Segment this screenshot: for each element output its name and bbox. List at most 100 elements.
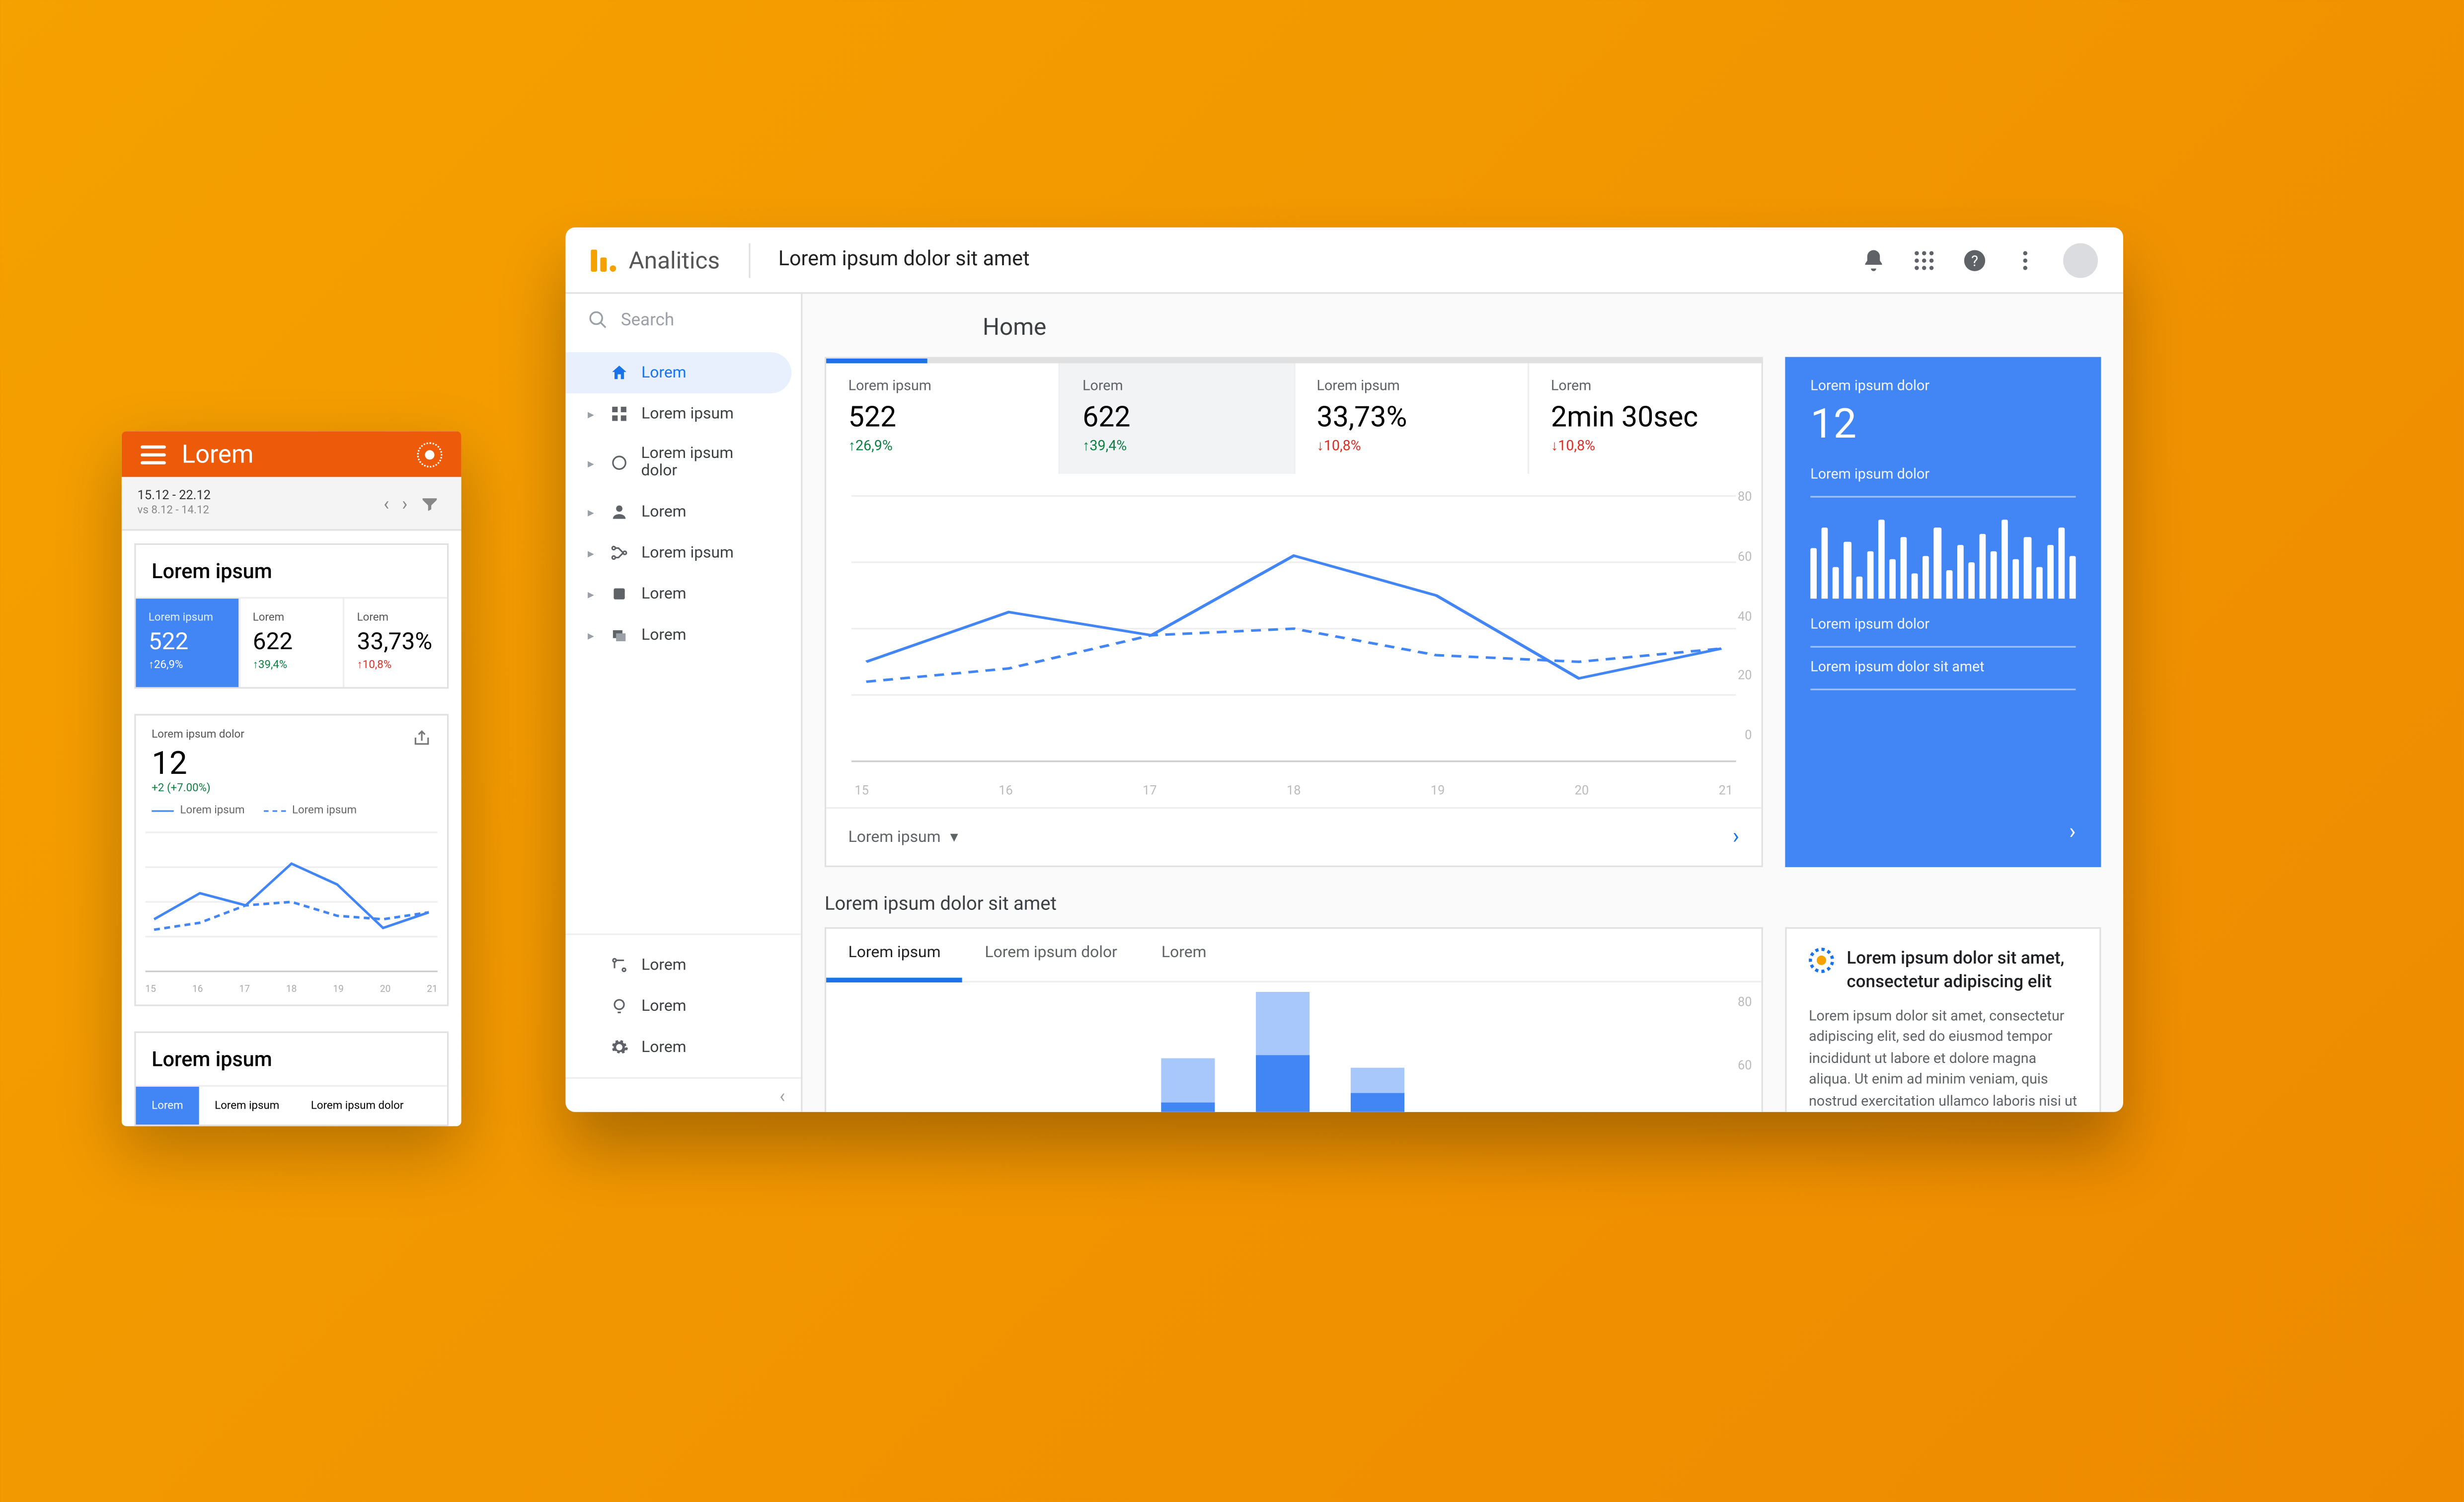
kpi-2[interactable]: Lorem ipsum 33,73% ↓10,8% <box>1295 363 1529 474</box>
gear-icon <box>610 1038 628 1056</box>
nav-label: Lorem <box>641 1039 687 1056</box>
nav-label: Lorem <box>641 503 687 521</box>
mobile-mockup: Lorem 15.12 - 22.12 vs 8.12 - 14.12 ‹ › … <box>122 431 462 1126</box>
mobile-metric-1[interactable]: Lorem 622 ↑39,4% <box>240 599 344 687</box>
insight-body: Lorem ipsum dolor sit amet, consectetur … <box>1809 1007 2078 1112</box>
mobile-secondary-card: Lorem ipsum LoremLorem ipsumLorem ipsum … <box>134 1032 449 1126</box>
nav-label: Lorem <box>641 997 687 1015</box>
circle-icon <box>610 453 628 472</box>
sidebar-bottom-item-0[interactable]: Lorem <box>565 945 791 986</box>
sidebar-search[interactable]: Search <box>565 294 801 346</box>
histogram-yaxis: 806040 <box>1738 995 1752 1112</box>
mobile-secondary-tabs: LoremLorem ipsumLorem ipsum dolor <box>136 1085 447 1125</box>
realtime-expand-button[interactable]: › <box>1810 820 2076 845</box>
mobile-line-chart <box>136 823 447 981</box>
kpi-row: Lorem ipsum 522 ↑26,9%Lorem 622 ↑39,4%Lo… <box>826 363 1762 474</box>
insight-icon <box>1809 948 1834 973</box>
main-chart-yaxis: 806040200 <box>1738 490 1752 743</box>
mobile-metric-0[interactable]: Lorem ipsum 522 ↑26,9% <box>136 599 240 687</box>
home-icon <box>610 363 628 382</box>
sidebar-bottom-item-2[interactable]: Lorem <box>565 1027 791 1068</box>
mobile-app-title: Lorem <box>182 439 417 469</box>
main-content: Home Lorem ipsum 522 ↑26,9%Lorem 622 ↑39… <box>802 294 2123 1112</box>
histogram-tab-1[interactable]: Lorem ipsum dolor <box>963 929 1139 981</box>
person-icon <box>610 502 628 521</box>
realtime-spark-label: Lorem ipsum dolor <box>1810 467 2076 483</box>
bulb-icon <box>610 997 628 1016</box>
header-divider <box>748 242 750 277</box>
histogram-tabs: Lorem ipsumLorem ipsum dolorLorem <box>826 929 1762 982</box>
histogram-tab-2[interactable]: Lorem <box>1139 929 1229 981</box>
nav-label: Lorem <box>641 956 687 974</box>
date-range-compare: vs 8.12 - 14.12 <box>138 504 378 520</box>
mobile-metric-2[interactable]: Lorem 33,73% ↑10,8% <box>344 599 447 687</box>
realtime-section-label: Lorem ipsum dolor <box>1810 617 2076 633</box>
svg-text:?: ? <box>1971 252 1978 269</box>
flow-icon <box>610 543 628 562</box>
kpi-3[interactable]: Lorem 2min 30sec ↓10,8% <box>1529 363 1761 474</box>
mobile-chart-value: 12 <box>152 744 412 782</box>
histogram-card: Lorem ipsumLorem ipsum dolorLorem 806040 <box>825 927 1763 1112</box>
more-vert-icon[interactable] <box>2012 247 2038 273</box>
mobile-chart-xaxis: 15161718192021 <box>136 981 447 1005</box>
bell-icon[interactable] <box>1861 247 1886 273</box>
target-icon[interactable] <box>417 442 443 467</box>
sidebar-item-6[interactable]: ▸ Lorem <box>565 614 791 656</box>
prev-period-button[interactable]: ‹ <box>377 492 395 515</box>
kpi-card-expand-button[interactable]: › <box>1733 825 1739 850</box>
main-chart-wrap: 806040200 <box>826 474 1762 777</box>
kpi-0[interactable]: Lorem ipsum 522 ↑26,9% <box>826 363 1060 474</box>
sidebar-item-5[interactable]: ▸ Lorem <box>565 573 791 614</box>
histogram-chart <box>851 995 1714 1112</box>
sidebar-item-2[interactable]: ▸ Lorem ipsum dolor <box>565 435 791 491</box>
main-line-chart <box>851 486 1736 770</box>
histogram-bar-1 <box>1256 992 1309 1112</box>
histogram-tab-0[interactable]: Lorem ipsum <box>826 929 963 982</box>
share-icon[interactable] <box>412 728 431 747</box>
realtime-value: 12 <box>1810 401 2076 449</box>
sidebar-item-4[interactable]: ▸ Lorem ipsum <box>565 532 791 574</box>
next-period-button[interactable]: › <box>395 492 414 515</box>
realtime-section-text: Lorem ipsum dolor sit amet <box>1810 660 2076 676</box>
square-icon <box>610 585 628 603</box>
histogram-bar-2 <box>1351 1068 1404 1112</box>
realtime-label: Lorem ipsum dolor <box>1810 379 2076 395</box>
kpi-1[interactable]: Lorem 622 ↑39,4% <box>1061 363 1295 474</box>
apps-grid-icon[interactable] <box>1912 247 1937 273</box>
date-range[interactable]: 15.12 - 22.12 vs 8.12 - 14.12 <box>138 486 378 520</box>
mobile-tab-1[interactable]: Lorem ipsum <box>199 1087 295 1125</box>
sidebar-collapse-button[interactable]: ‹ <box>565 1077 801 1112</box>
section-2-title: Lorem ipsum dolor sit amet <box>825 893 2101 915</box>
page-title: Home <box>983 313 2101 341</box>
kpi-strip <box>826 359 1762 364</box>
legend-item-dash: Lorem ipsum <box>264 804 357 817</box>
desktop-mockup: Analitics Lorem ipsum dolor sit amet ? S… <box>565 227 2123 1112</box>
search-icon <box>588 309 608 330</box>
kpi-chart-card: Lorem ipsum 522 ↑26,9%Lorem 622 ↑39,4%Lo… <box>825 357 1763 867</box>
brand-name: Analitics <box>629 245 720 274</box>
sidebar-bottom-item-1[interactable]: Lorem <box>565 985 791 1027</box>
sidebar-item-3[interactable]: ▸ Lorem <box>565 491 791 532</box>
mobile-tab-2[interactable]: Lorem ipsum dolor <box>295 1087 419 1125</box>
sidebar-nav-bottom: Lorem Lorem Lorem <box>565 933 801 1077</box>
grid-icon <box>610 404 628 423</box>
main-chart-xaxis: 15161718192021 <box>826 777 1762 807</box>
mobile-chart-card: Lorem ipsum dolor 12 +2 (+7.00%) Lorem i… <box>134 714 449 1006</box>
sidebar-item-0[interactable]: Lorem <box>565 352 791 393</box>
sidebar-nav: Lorem▸ Lorem ipsum▸ Lorem ipsum dolor▸ L… <box>565 346 801 933</box>
mobile-chart-delta: +2 (+7.00%) <box>152 782 412 794</box>
realtime-card: Lorem ipsum dolor 12 Lorem ipsum dolor L… <box>1785 357 2101 867</box>
mobile-tab-0[interactable]: Lorem <box>136 1087 199 1125</box>
mobile-appbar: Lorem <box>122 431 462 477</box>
help-icon[interactable]: ? <box>1962 247 1988 273</box>
avatar[interactable] <box>2063 242 2098 277</box>
sidebar-item-1[interactable]: ▸ Lorem ipsum <box>565 393 791 435</box>
filter-icon[interactable] <box>414 494 446 513</box>
kpi-card-select[interactable]: Lorem ipsum ▾ <box>848 828 958 846</box>
mobile-secondary-title: Lorem ipsum <box>136 1033 447 1085</box>
mobile-chart-legend: Lorem ipsum Lorem ipsum <box>136 801 447 823</box>
nav-label: Lorem <box>641 585 687 602</box>
hamburger-icon[interactable] <box>141 445 166 463</box>
insight-card: Lorem ipsum dolor sit amet, consectetur … <box>1785 927 2101 1112</box>
nav-label: Lorem ipsum <box>641 405 734 423</box>
